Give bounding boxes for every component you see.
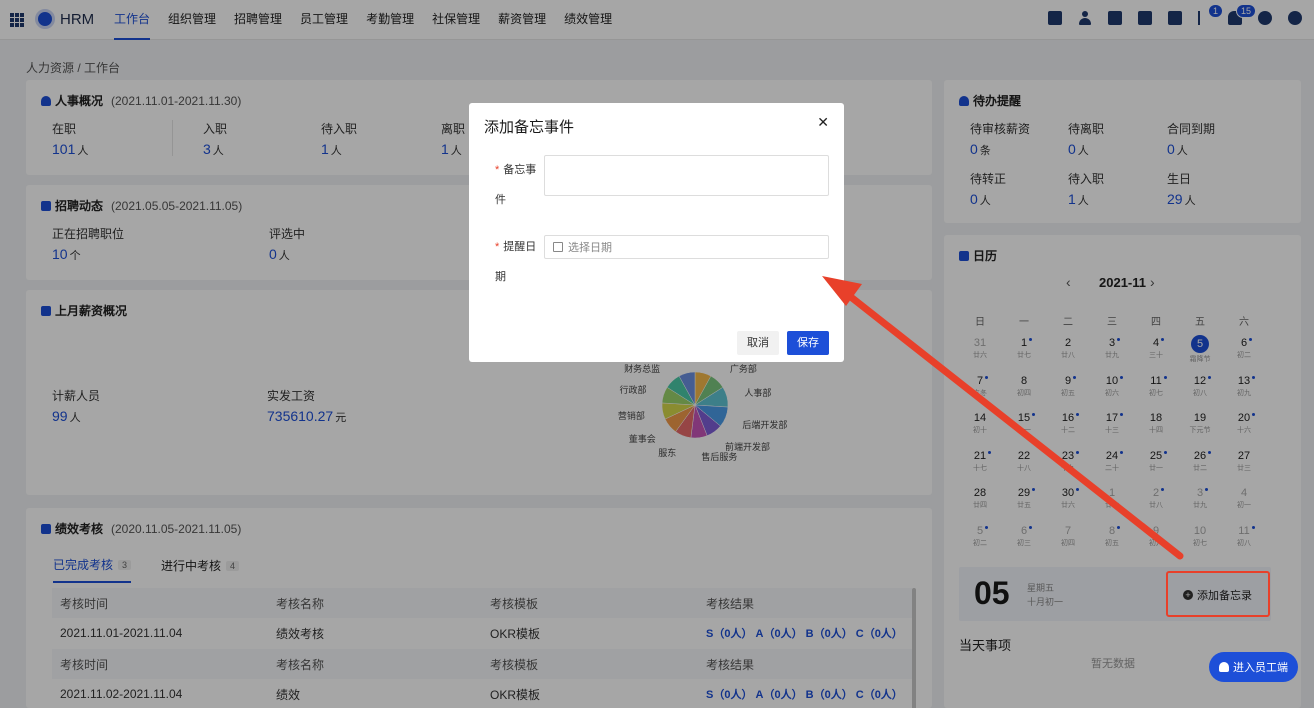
save-button[interactable]: 保存: [787, 331, 829, 355]
close-icon[interactable]: ✕: [817, 114, 829, 131]
reminder-date-label: * 提醒日期: [495, 241, 537, 283]
person-icon: [1219, 662, 1229, 672]
reminder-date-label-text: 提醒日期: [495, 241, 537, 283]
calendar-icon: [553, 242, 563, 252]
date-placeholder: 选择日期: [568, 242, 612, 254]
memo-event-label-text: 备忘事件: [495, 164, 537, 206]
enter-employee-portal-button[interactable]: 进入员工端: [1209, 652, 1298, 682]
add-memo-modal: 添加备忘事件 ✕ * 备忘事件 * 提醒日期 选择日期 取消 保存: [469, 103, 844, 362]
highlight-box: [1166, 571, 1270, 617]
reminder-date-picker[interactable]: 选择日期: [544, 235, 829, 259]
memo-event-label: * 备忘事件: [495, 164, 537, 206]
cancel-button[interactable]: 取消: [737, 331, 779, 355]
memo-event-textarea[interactable]: [544, 155, 829, 196]
modal-title: 添加备忘事件: [484, 119, 575, 136]
employee-button-label: 进入员工端: [1233, 662, 1288, 674]
